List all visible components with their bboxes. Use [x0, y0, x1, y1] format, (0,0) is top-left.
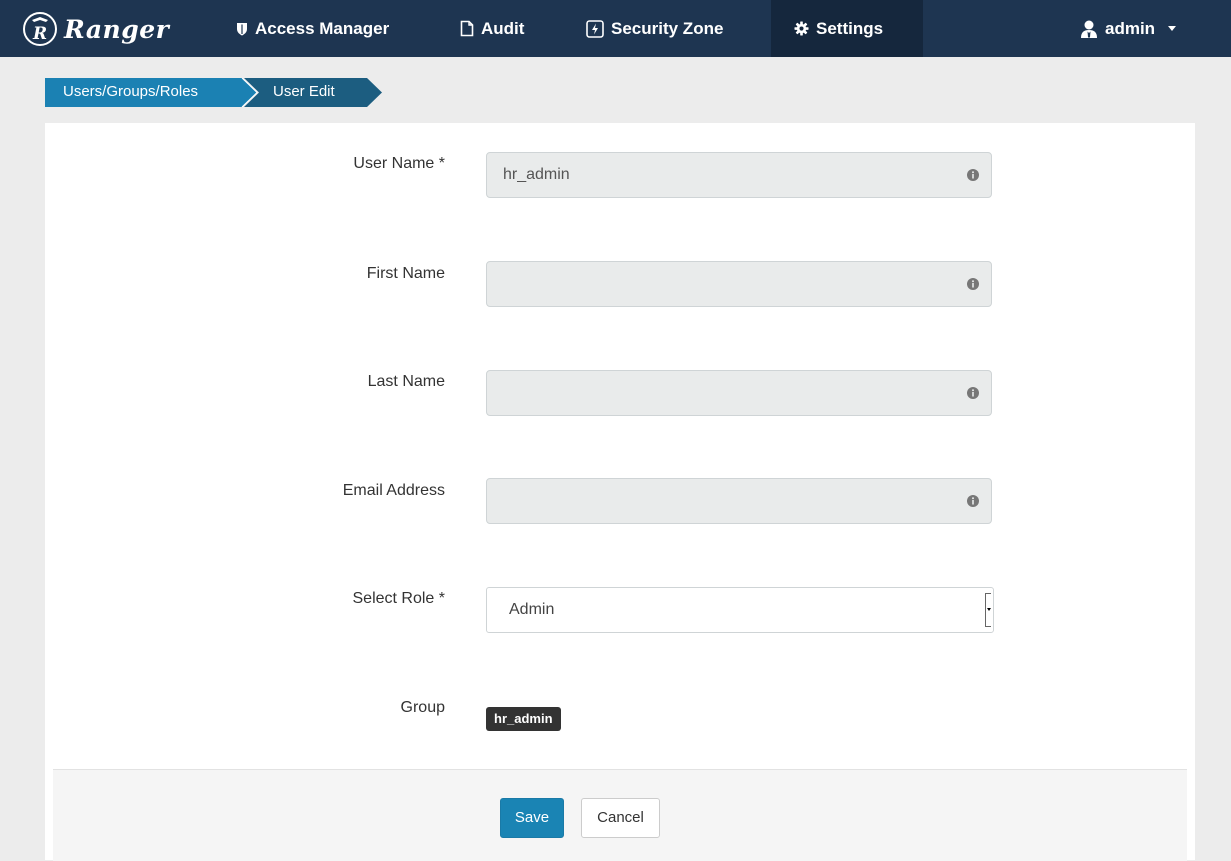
email-address-label: Email Address — [342, 482, 445, 499]
nav-security-zone-label: Security Zone — [611, 18, 724, 38]
nav-settings-label: Settings — [816, 18, 884, 38]
info-icon — [967, 387, 979, 399]
user-edit-form: User Name * hr_admin First Name Last Nam… — [45, 123, 1195, 861]
nav-audit[interactable]: Audit — [460, 0, 524, 57]
role-select[interactable]: Admin — [486, 587, 994, 633]
select-arrow-icon[interactable] — [985, 593, 991, 627]
user-icon — [1081, 20, 1097, 38]
user-name-value: hr_admin — [503, 166, 570, 183]
brand-name: Ranger — [64, 14, 170, 44]
nav-audit-label: Audit — [481, 18, 525, 38]
breadcrumb-users-groups-roles[interactable]: Users/Groups/Roles — [45, 78, 245, 107]
nav-access-manager[interactable]: Access Manager — [236, 0, 389, 57]
caret-down-icon — [1168, 26, 1177, 31]
save-button[interactable]: Save — [500, 798, 564, 838]
last-name-label: Last Name — [367, 373, 445, 390]
email-address-input[interactable] — [486, 478, 992, 524]
cancel-button[interactable]: Cancel — [581, 798, 660, 838]
top-navbar: R Ranger Access Manager Audit Security Z… — [0, 0, 1231, 57]
ranger-logo-icon: R — [23, 12, 57, 46]
first-name-input[interactable] — [486, 261, 992, 307]
info-icon — [967, 278, 979, 290]
last-name-input[interactable] — [486, 370, 992, 416]
group-tag: hr_admin — [486, 707, 561, 731]
form-actions: Save Cancel — [53, 769, 1187, 861]
nav-security-zone[interactable]: Security Zone — [586, 0, 723, 57]
breadcrumb-user-edit: User Edit — [273, 83, 335, 100]
nav-settings[interactable]: Settings — [771, 0, 923, 57]
first-name-label: First Name — [366, 265, 445, 282]
user-name-input[interactable]: hr_admin — [486, 152, 992, 198]
shield-icon — [237, 22, 247, 35]
nav-access-manager-label: Access Manager — [255, 18, 390, 38]
user-name-label: User Name * — [353, 155, 445, 172]
select-role-label: Select Role * — [352, 590, 446, 607]
role-select-value: Admin — [509, 601, 555, 618]
user-name: admin — [1105, 18, 1156, 38]
bolt-icon — [586, 19, 604, 38]
info-icon — [967, 495, 979, 507]
group-label: Group — [400, 699, 445, 716]
info-icon — [967, 169, 979, 181]
svg-text:R: R — [32, 24, 47, 44]
user-menu[interactable]: admin — [1080, 0, 1177, 57]
gear-icon — [794, 21, 809, 36]
file-icon — [460, 20, 474, 37]
brand[interactable]: R Ranger — [22, 10, 169, 48]
